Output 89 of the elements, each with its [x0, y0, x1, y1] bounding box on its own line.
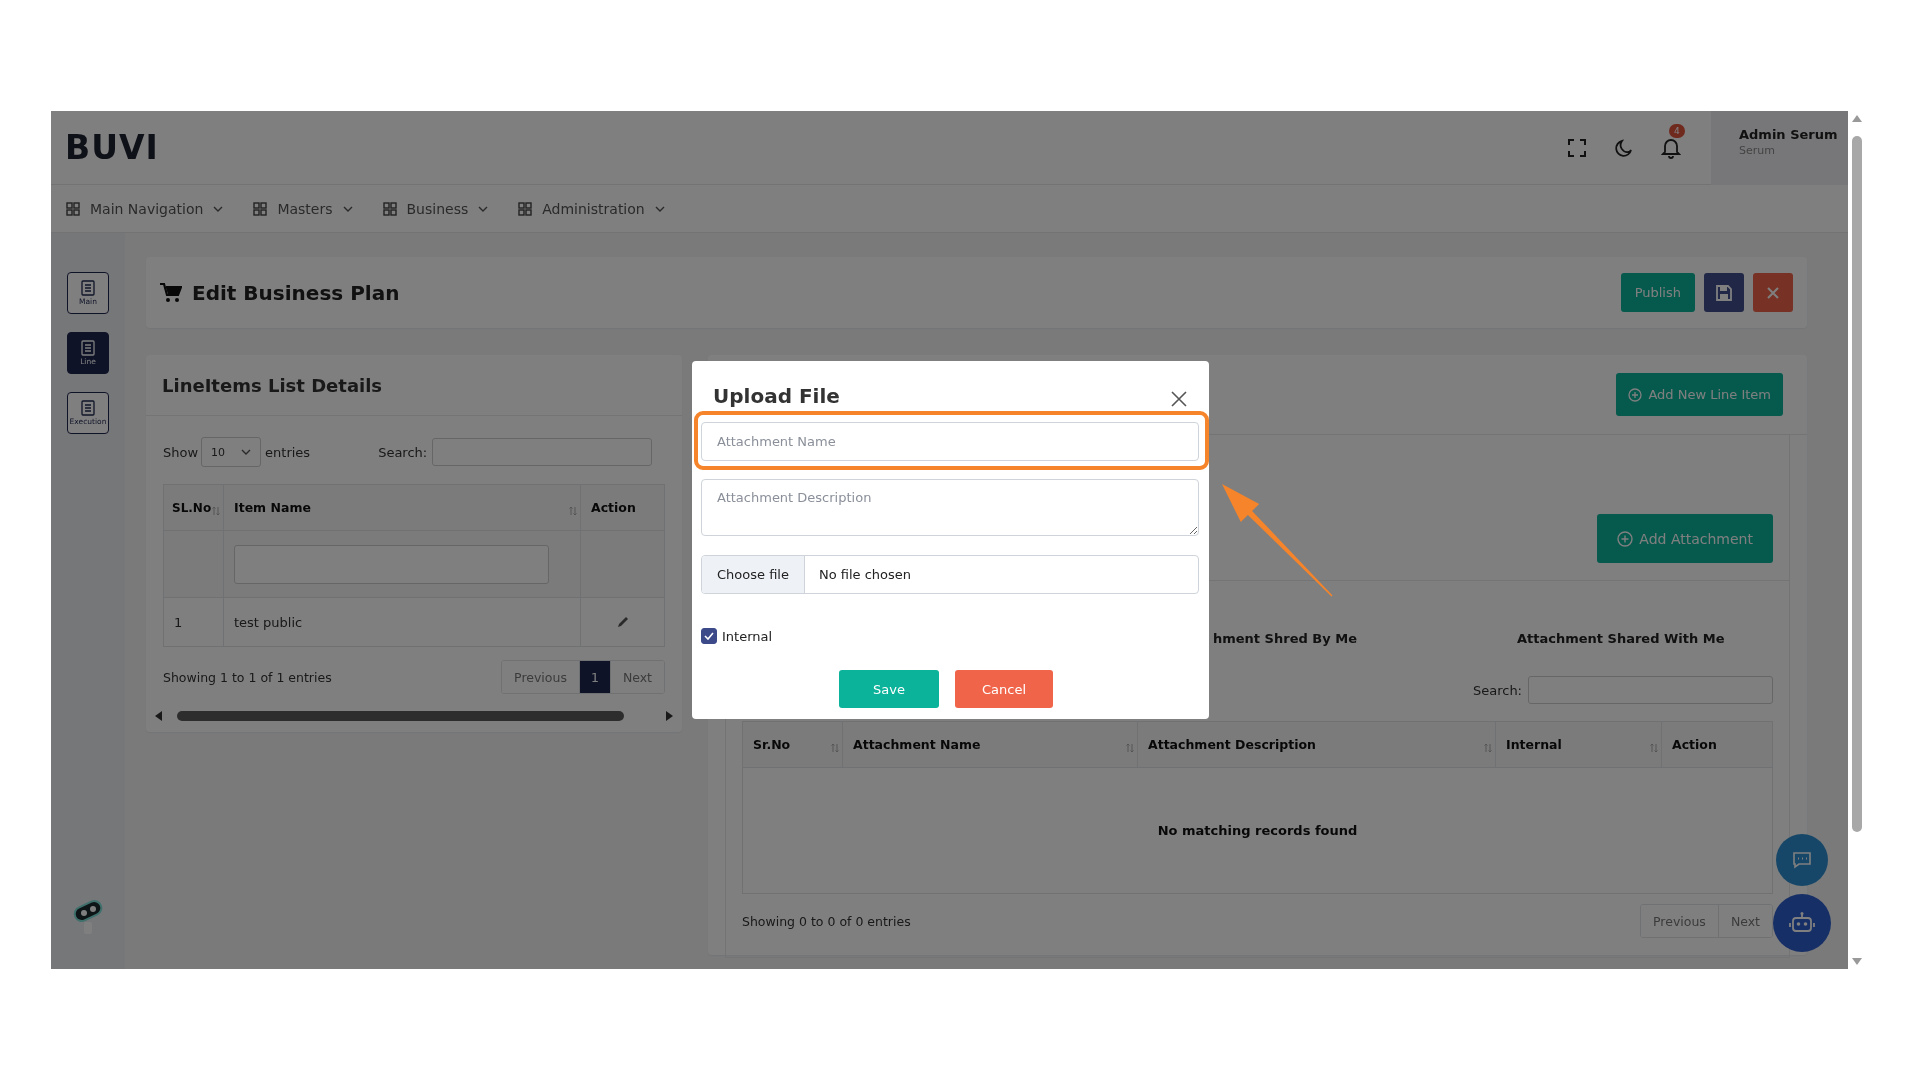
- select-value: 10: [211, 445, 226, 459]
- chevron-down-icon: [241, 449, 252, 455]
- scroll-up-icon[interactable]: [1852, 115, 1862, 122]
- header-label: Internal: [1506, 737, 1562, 752]
- entries-info: Showing 0 to 0 of 0 entries: [742, 913, 911, 929]
- chatbot-button[interactable]: [1773, 894, 1831, 952]
- column-header[interactable]: Item Name: [224, 485, 581, 530]
- plus-circle-icon: [1617, 530, 1634, 547]
- logo: BUVI: [65, 131, 159, 164]
- fullscreen-icon[interactable]: [1567, 137, 1587, 158]
- column-header[interactable]: SL.No: [164, 485, 224, 530]
- plus-circle-icon: [1628, 387, 1643, 402]
- document-icon: [81, 400, 95, 416]
- header-label: Item Name: [234, 500, 311, 515]
- chevron-down-icon: [654, 205, 665, 212]
- save-button[interactable]: Save: [839, 670, 939, 708]
- chat-button[interactable]: [1776, 834, 1828, 886]
- table-cell: 1: [164, 598, 224, 646]
- column-header[interactable]: Attachment Name: [843, 722, 1138, 767]
- nav-menu-item[interactable]: Masters: [253, 200, 353, 217]
- column-header[interactable]: Internal: [1496, 722, 1662, 767]
- filter-field[interactable]: [234, 544, 549, 584]
- file-input-field[interactable]: Choose file No file chosen: [701, 555, 1199, 594]
- previous-button[interactable]: Previous: [502, 661, 580, 693]
- close-button[interactable]: [1753, 273, 1793, 312]
- checkmark-icon: [704, 632, 714, 640]
- header-label: Action: [1672, 737, 1717, 752]
- scrollbar-thumb[interactable]: [177, 711, 624, 721]
- save-button[interactable]: [1704, 273, 1744, 312]
- entries-label: entries: [265, 444, 311, 460]
- scroll-left-icon[interactable]: [155, 711, 163, 721]
- document-icon: [81, 280, 95, 296]
- tab[interactable]: hment Shred By Me: [1213, 630, 1357, 646]
- tab[interactable]: Attachment Shared With Me: [1516, 630, 1725, 646]
- scrollbar-thumb[interactable]: [1852, 136, 1862, 832]
- chevron-down-icon: [478, 205, 489, 212]
- pencil-icon[interactable]: [615, 615, 630, 629]
- chevron-down-icon: [342, 205, 353, 212]
- attachment-description-field[interactable]: Attachment Description: [701, 479, 1199, 536]
- save-icon: [1716, 284, 1732, 301]
- nav-menu-item[interactable]: Main Navigation: [66, 200, 224, 217]
- page-size-select[interactable]: 10: [201, 437, 262, 467]
- header-label: Attachment Description: [1148, 737, 1316, 752]
- previous-button[interactable]: Previous: [1641, 905, 1719, 937]
- header-label: Attachment Name: [853, 737, 981, 752]
- cancel-button[interactable]: Cancel: [955, 670, 1053, 708]
- chat-icon: [1792, 851, 1812, 869]
- moon-icon[interactable]: [1614, 137, 1634, 158]
- page-button[interactable]: 1: [579, 661, 611, 693]
- scroll-right-icon[interactable]: [665, 711, 673, 721]
- table-cell: test public: [224, 598, 581, 646]
- notification-badge: 4: [1669, 123, 1685, 138]
- search-field[interactable]: [432, 438, 653, 466]
- entries-info: Showing 1 to 1 of 1 entries: [163, 669, 332, 685]
- bell-icon[interactable]: [1661, 136, 1681, 159]
- grid-icon: [518, 201, 533, 216]
- show-label: Show: [163, 444, 199, 460]
- close-icon: [1767, 286, 1779, 299]
- header-label: Action: [591, 500, 636, 515]
- empty-message: No matching records found: [1157, 823, 1358, 838]
- header-label: Sr.No: [753, 737, 791, 752]
- attachment-name-field[interactable]: Attachment Name: [701, 422, 1199, 461]
- search-field[interactable]: [1528, 676, 1773, 704]
- nav-menu-item[interactable]: Administration: [518, 200, 665, 217]
- search-label: Search:: [1472, 682, 1522, 698]
- cart-icon: [160, 282, 182, 303]
- internal-checkbox[interactable]: [701, 628, 717, 644]
- search-label: Search:: [378, 444, 428, 460]
- checkbox-label: Internal: [722, 628, 773, 644]
- grid-icon: [66, 201, 80, 216]
- document-icon: [81, 340, 95, 356]
- page-title: Edit Business Plan: [192, 280, 400, 305]
- card-title: LineItems List Details: [162, 374, 383, 396]
- header-label: SL.No: [172, 500, 212, 515]
- column-header[interactable]: Sr.No: [743, 722, 843, 767]
- column-header[interactable]: Action: [581, 485, 664, 530]
- robot-icon: [1789, 911, 1815, 935]
- nav-menu-item[interactable]: Business: [382, 200, 489, 217]
- close-icon[interactable]: [1171, 391, 1187, 407]
- chevron-down-icon: [213, 205, 224, 212]
- file-status-text: No file chosen: [817, 567, 912, 582]
- grid-icon: [382, 201, 397, 216]
- column-header[interactable]: Attachment Description: [1138, 722, 1496, 767]
- dialog-title: Upload File: [713, 384, 840, 408]
- column-header[interactable]: Action: [1662, 722, 1772, 767]
- user-name: Admin Serum: [1739, 126, 1839, 142]
- scroll-down-icon[interactable]: [1852, 958, 1862, 965]
- choose-file-button[interactable]: Choose file: [702, 556, 805, 593]
- grid-icon: [253, 201, 268, 216]
